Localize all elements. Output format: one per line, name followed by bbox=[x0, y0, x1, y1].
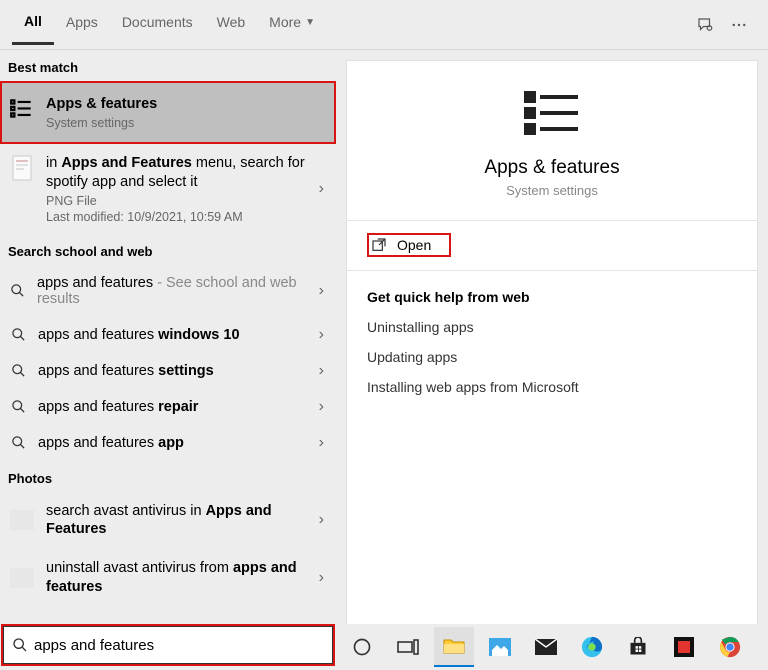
suggestion-text: apps and features app bbox=[38, 435, 184, 451]
chevron-right-icon: › bbox=[319, 362, 324, 380]
web-suggestion-4[interactable]: apps and features app › bbox=[0, 425, 336, 461]
suggestion-text: apps and features windows 10 bbox=[38, 327, 240, 343]
taskbar-app-blue[interactable] bbox=[480, 627, 520, 667]
tab-more[interactable]: More ▼ bbox=[257, 6, 327, 43]
taskbar-mail[interactable] bbox=[526, 627, 566, 667]
search-icon bbox=[8, 283, 27, 298]
tab-more-label: More bbox=[269, 14, 301, 30]
taskbar-chrome[interactable] bbox=[710, 627, 750, 667]
tab-web[interactable]: Web bbox=[205, 6, 258, 43]
tab-apps[interactable]: Apps bbox=[54, 6, 110, 43]
search-icon bbox=[12, 637, 28, 653]
search-icon bbox=[8, 399, 28, 414]
result-subtitle: System settings bbox=[46, 116, 328, 130]
search-icon bbox=[8, 327, 28, 342]
quick-link-1[interactable]: Updating apps bbox=[367, 349, 737, 365]
taskbar-app-red[interactable] bbox=[664, 627, 704, 667]
search-icon bbox=[8, 363, 28, 378]
apps-features-large-icon bbox=[522, 89, 582, 143]
taskbar-taskview[interactable] bbox=[388, 627, 428, 667]
suggestion-text: apps and features repair bbox=[38, 399, 198, 415]
section-photos: Photos bbox=[0, 461, 336, 492]
results-panel: Best match Apps & features System settin… bbox=[0, 50, 336, 630]
quick-link-2[interactable]: Installing web apps from Microsoft bbox=[367, 379, 737, 395]
search-bar[interactable] bbox=[3, 626, 333, 664]
result-title: in Apps and Features menu, search for sp… bbox=[46, 154, 328, 192]
result-png-file[interactable]: in Apps and Features menu, search for sp… bbox=[0, 144, 336, 234]
chevron-right-icon: › bbox=[319, 180, 324, 198]
preview-subtitle: System settings bbox=[357, 183, 747, 198]
result-filetype: PNG File bbox=[46, 194, 328, 208]
chevron-right-icon: › bbox=[319, 398, 324, 416]
taskbar-file-explorer[interactable] bbox=[434, 627, 474, 667]
chevron-down-icon: ▼ bbox=[305, 17, 315, 28]
open-label: Open bbox=[397, 237, 431, 253]
suggestion-text: apps and features - See school and web r… bbox=[37, 275, 328, 307]
tab-all[interactable]: All bbox=[12, 5, 54, 45]
web-suggestion-1[interactable]: apps and features windows 10 › bbox=[0, 317, 336, 353]
more-options-icon[interactable] bbox=[730, 16, 748, 34]
result-title: search avast antivirus in Apps and Featu… bbox=[46, 502, 328, 540]
result-apps-features[interactable]: Apps & features System settings bbox=[0, 81, 336, 144]
search-input[interactable] bbox=[34, 637, 324, 654]
search-tabs: All Apps Documents Web More ▼ bbox=[0, 0, 768, 50]
suggestion-text: apps and features settings bbox=[38, 363, 214, 379]
web-suggestion-2[interactable]: apps and features settings › bbox=[0, 353, 336, 389]
open-icon bbox=[371, 237, 387, 253]
tab-documents[interactable]: Documents bbox=[110, 6, 205, 43]
chevron-right-icon: › bbox=[319, 569, 324, 587]
apps-features-list-icon bbox=[8, 95, 36, 123]
taskbar-store[interactable] bbox=[618, 627, 658, 667]
taskbar-cortana[interactable] bbox=[342, 627, 382, 667]
photo-result-0[interactable]: search avast antivirus in Apps and Featu… bbox=[0, 492, 336, 550]
taskbar bbox=[336, 624, 768, 670]
feedback-icon[interactable] bbox=[696, 16, 714, 34]
file-thumbnail-icon bbox=[8, 154, 36, 182]
result-title: Apps & features bbox=[46, 95, 328, 114]
open-button[interactable]: Open bbox=[367, 233, 451, 257]
result-modified: Last modified: 10/9/2021, 10:59 AM bbox=[46, 210, 328, 224]
web-suggestion-0[interactable]: apps and features - See school and web r… bbox=[0, 265, 336, 317]
photo-thumbnail-icon bbox=[8, 506, 36, 534]
quick-help-header: Get quick help from web bbox=[367, 289, 737, 305]
result-title: uninstall avast antivirus from apps and … bbox=[46, 559, 328, 597]
search-icon bbox=[8, 435, 28, 450]
section-search-web: Search school and web bbox=[0, 234, 336, 265]
web-suggestion-3[interactable]: apps and features repair › bbox=[0, 389, 336, 425]
chevron-right-icon: › bbox=[319, 282, 324, 300]
photo-result-1[interactable]: uninstall avast antivirus from apps and … bbox=[0, 549, 336, 607]
chevron-right-icon: › bbox=[319, 326, 324, 344]
chevron-right-icon: › bbox=[319, 511, 324, 529]
photo-thumbnail-icon bbox=[8, 564, 36, 592]
quick-link-0[interactable]: Uninstalling apps bbox=[367, 319, 737, 335]
section-best-match: Best match bbox=[0, 50, 336, 81]
preview-title: Apps & features bbox=[357, 157, 747, 179]
chevron-right-icon: › bbox=[319, 434, 324, 452]
taskbar-edge[interactable] bbox=[572, 627, 612, 667]
preview-panel: Apps & features System settings Open Get… bbox=[346, 60, 758, 630]
